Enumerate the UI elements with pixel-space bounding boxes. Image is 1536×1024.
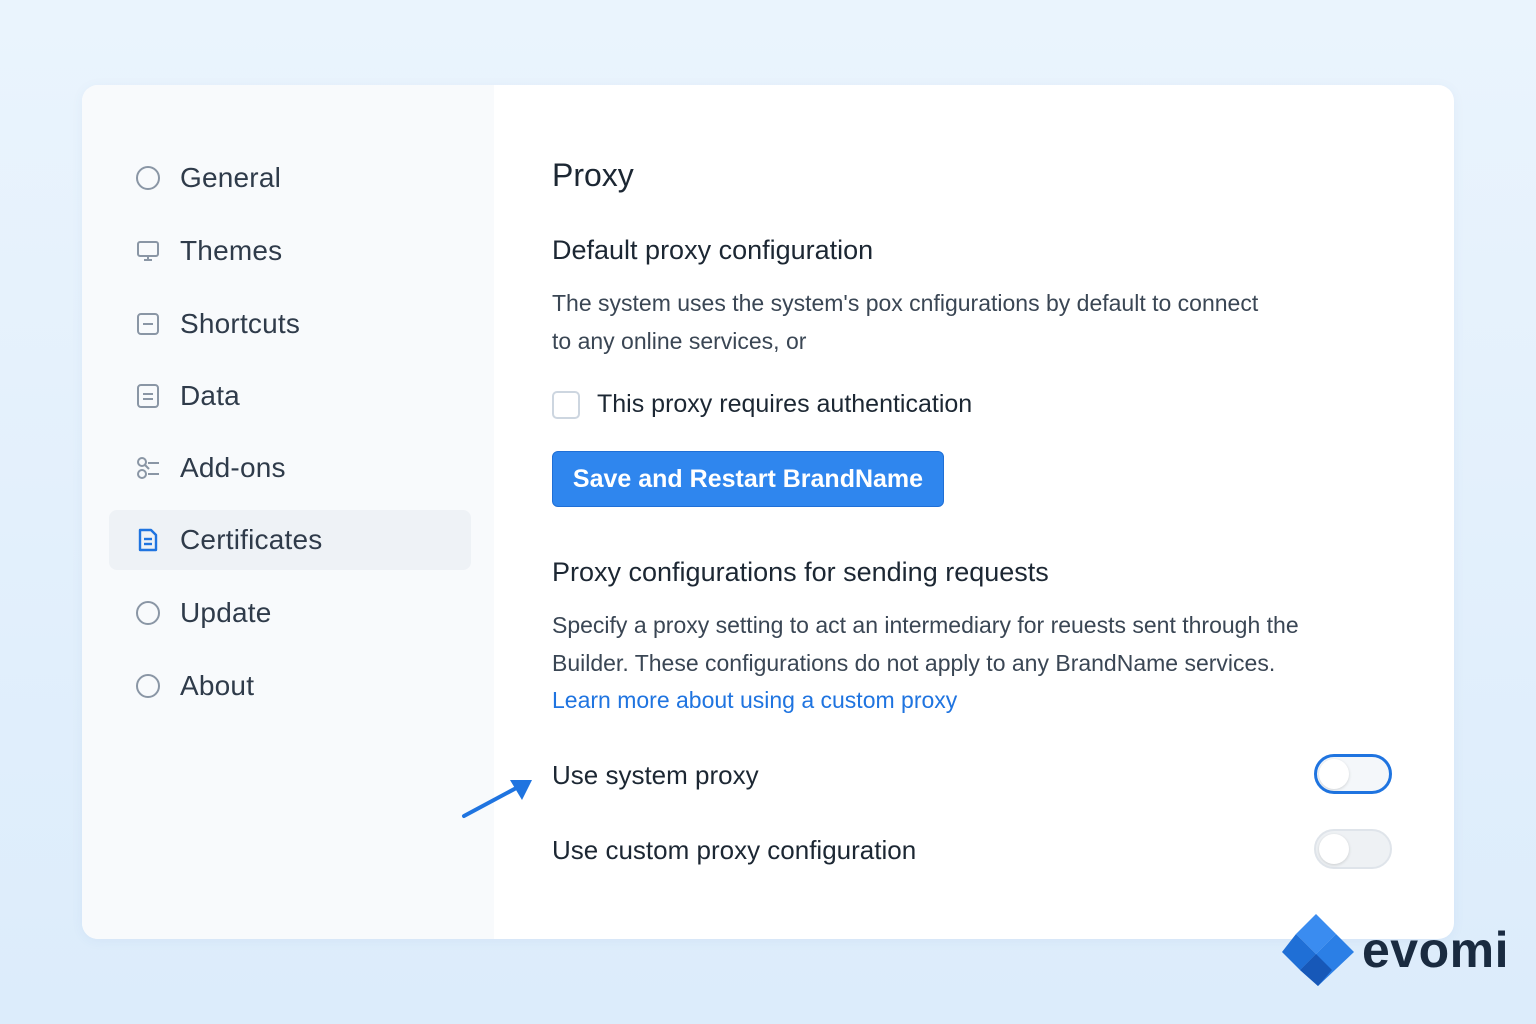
sidebar-item-label: Add-ons bbox=[180, 452, 286, 483]
use-system-proxy-label: Use system proxy bbox=[552, 760, 759, 790]
sidebar-item-add-ons[interactable]: Add-ons bbox=[109, 438, 471, 498]
circle-icon bbox=[135, 600, 161, 626]
sidebar-item-label: Shortcuts bbox=[180, 308, 301, 339]
sidebar-item-label: Data bbox=[180, 380, 240, 411]
brand-name: evomi bbox=[1362, 922, 1510, 978]
circle-icon bbox=[135, 673, 161, 699]
addons-icon bbox=[135, 455, 161, 481]
monitor-icon bbox=[135, 238, 161, 264]
circle-icon bbox=[135, 165, 161, 191]
requests-proxy-description-line2: Builder. These configurations do not app… bbox=[552, 650, 1276, 676]
sidebar: General Themes Shortcuts Data Add-ons Ce… bbox=[82, 85, 494, 939]
sidebar-item-data[interactable]: Data bbox=[109, 366, 471, 426]
requests-proxy-heading: Proxy configurations for sending request… bbox=[552, 557, 1049, 587]
sidebar-item-label: Themes bbox=[180, 235, 283, 266]
pointer-arrow-icon bbox=[462, 780, 532, 818]
evomi-logo-icon bbox=[1282, 914, 1354, 986]
settings-card: General Themes Shortcuts Data Add-ons Ce… bbox=[82, 85, 1454, 939]
sidebar-item-label: General bbox=[180, 162, 282, 193]
toggle-knob bbox=[1319, 759, 1349, 789]
use-custom-proxy-label: Use custom proxy configuration bbox=[552, 835, 917, 865]
requests-proxy-description-line1: Specify a proxy setting to act an interm… bbox=[552, 612, 1299, 638]
sidebar-item-themes[interactable]: Themes bbox=[109, 221, 471, 281]
default-proxy-heading: Default proxy configuration bbox=[552, 235, 874, 265]
page-title: Proxy bbox=[552, 157, 634, 193]
learn-more-link[interactable]: Learn more about using a custom proxy bbox=[552, 687, 957, 714]
sidebar-item-certificates[interactable]: Certificates bbox=[109, 510, 471, 570]
sidebar-item-shortcuts[interactable]: Shortcuts bbox=[109, 294, 471, 354]
data-icon bbox=[135, 383, 161, 409]
default-proxy-description-line2: to any online services, or bbox=[552, 328, 807, 354]
use-custom-proxy-toggle[interactable] bbox=[1314, 829, 1392, 869]
sidebar-item-label: About bbox=[180, 670, 255, 701]
sidebar-item-general[interactable]: General bbox=[109, 148, 471, 208]
use-system-proxy-toggle[interactable] bbox=[1314, 754, 1392, 794]
certificate-icon bbox=[135, 527, 161, 553]
auth-checkbox[interactable] bbox=[552, 391, 580, 419]
auth-checkbox-label: This proxy requires authentication bbox=[597, 390, 973, 418]
toggle-knob bbox=[1319, 834, 1349, 864]
save-restart-button[interactable]: Save and Restart BrandName bbox=[552, 451, 944, 507]
main-panel: Proxy Default proxy configuration The sy… bbox=[494, 85, 1454, 939]
sidebar-item-update[interactable]: Update bbox=[109, 583, 471, 643]
sidebar-item-label: Update bbox=[180, 597, 272, 628]
sidebar-item-label: Certificates bbox=[180, 524, 323, 555]
sidebar-item-about[interactable]: About bbox=[109, 656, 471, 716]
brand-logo: evomi bbox=[1280, 912, 1509, 988]
shortcut-icon bbox=[135, 311, 161, 337]
default-proxy-description-line1: The system uses the system's pox cnfigur… bbox=[552, 290, 1259, 316]
